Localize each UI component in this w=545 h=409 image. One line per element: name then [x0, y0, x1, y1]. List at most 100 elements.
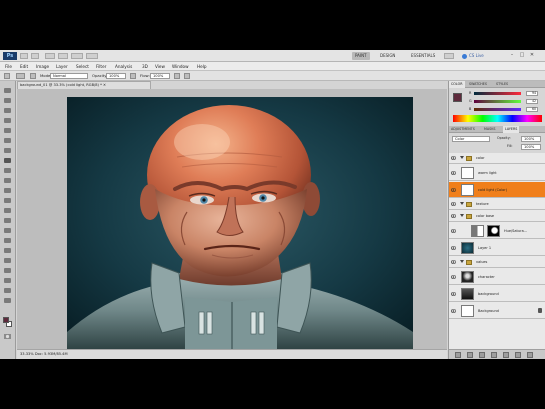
bridge-button[interactable] — [20, 53, 28, 59]
layer-row[interactable]: Background — [449, 303, 545, 319]
pen-tool-icon[interactable] — [3, 227, 12, 234]
visibility-eye-icon[interactable] — [450, 202, 457, 206]
layer-group-row[interactable]: texture — [449, 199, 545, 210]
close-icon[interactable]: ✕ — [528, 52, 536, 59]
opacity-input[interactable]: 100% — [106, 73, 126, 79]
healing-brush-tool-icon[interactable] — [3, 147, 12, 154]
color-b-value[interactable]: 60 — [526, 107, 538, 112]
document-tab[interactable]: background_01 @ 33.3% (cold light, RGB/8… — [17, 81, 151, 89]
expand-triangle-icon[interactable] — [460, 214, 464, 217]
pressure-opacity-icon[interactable] — [130, 73, 136, 79]
zoom-tool-icon[interactable] — [3, 297, 12, 304]
color-r-slider[interactable] — [474, 92, 521, 95]
visibility-eye-icon[interactable] — [450, 229, 457, 233]
layer-mask-thumbnail[interactable] — [487, 225, 500, 237]
quick-select-tool-icon[interactable] — [3, 117, 12, 124]
layer-group-row[interactable]: color — [449, 153, 545, 164]
minimize-icon[interactable]: – — [508, 52, 516, 59]
tab-swatches[interactable]: SWATCHES — [467, 81, 489, 88]
expand-triangle-icon[interactable] — [460, 260, 464, 263]
new-layer-icon[interactable] — [515, 352, 521, 358]
visibility-eye-icon[interactable] — [450, 292, 457, 296]
tab-adjustments[interactable]: ADJUSTMENTS — [449, 126, 477, 133]
canvas-painting[interactable] — [67, 97, 413, 349]
crop-tool-icon[interactable] — [3, 127, 12, 134]
workspace-more-button[interactable] — [444, 53, 454, 59]
menu-edit[interactable]: Edit — [20, 63, 28, 70]
menu-3d[interactable]: 3D — [142, 63, 148, 70]
quick-mask-icon[interactable] — [3, 333, 12, 340]
visibility-eye-icon[interactable] — [450, 309, 457, 313]
adjustment-layer-icon[interactable] — [491, 352, 497, 358]
visibility-eye-icon[interactable] — [450, 188, 457, 192]
visibility-eye-icon[interactable] — [450, 171, 457, 175]
move-tool-icon[interactable] — [3, 87, 12, 94]
screen-mode-menu[interactable] — [86, 53, 98, 59]
hand-tool-icon[interactable] — [3, 287, 12, 294]
workspace-essentials[interactable]: ESSENTIALS — [408, 52, 438, 60]
brush-size-picker[interactable] — [16, 73, 25, 79]
foreground-color-swatch[interactable] — [453, 93, 462, 102]
tab-layers[interactable]: LAYERS — [503, 126, 520, 133]
airbrush-icon[interactable] — [174, 73, 180, 79]
3d-camera-tool-icon[interactable] — [3, 277, 12, 284]
lasso-tool-icon[interactable] — [3, 107, 12, 114]
workspace-design[interactable]: DESIGN — [377, 52, 398, 60]
layer-row[interactable]: cold light (Color) — [449, 182, 545, 198]
visibility-eye-icon[interactable] — [450, 246, 457, 250]
tools-foreground-swatch[interactable] — [3, 317, 9, 323]
menu-analysis[interactable]: Analysis — [115, 63, 132, 70]
color-g-slider[interactable] — [474, 100, 521, 103]
layer-row[interactable]: background — [449, 286, 545, 302]
history-brush-tool-icon[interactable] — [3, 177, 12, 184]
visibility-eye-icon[interactable] — [450, 214, 457, 218]
layer-row[interactable]: Layer 1 — [449, 240, 545, 256]
cs-live-button[interactable]: CS Live — [462, 52, 492, 60]
3d-rotate-tool-icon[interactable] — [3, 267, 12, 274]
menu-select[interactable]: Select — [76, 63, 89, 70]
color-r-value[interactable]: 94 — [526, 91, 538, 96]
arrange-documents-menu[interactable] — [71, 53, 83, 59]
pressure-size-icon[interactable] — [184, 73, 190, 79]
menu-view[interactable]: View — [155, 63, 165, 70]
brush-tool-icon[interactable] — [3, 157, 12, 164]
link-layers-icon[interactable] — [455, 352, 461, 358]
color-spectrum-ramp[interactable] — [453, 115, 542, 122]
layer-group-row[interactable]: color base — [449, 211, 545, 222]
layer-style-icon[interactable] — [467, 352, 473, 358]
gradient-tool-icon[interactable] — [3, 197, 12, 204]
color-b-slider[interactable] — [474, 108, 521, 111]
mode-select[interactable]: Normal — [50, 73, 88, 79]
add-mask-icon[interactable] — [479, 352, 485, 358]
visibility-eye-icon[interactable] — [450, 156, 457, 160]
layer-row[interactable]: character — [449, 269, 545, 285]
type-tool-icon[interactable] — [3, 237, 12, 244]
path-select-tool-icon[interactable] — [3, 247, 12, 254]
tab-masks[interactable]: MASKS — [482, 126, 497, 133]
zoom-level-menu[interactable] — [45, 53, 55, 59]
blur-tool-icon[interactable] — [3, 207, 12, 214]
layer-row[interactable]: warm light — [449, 165, 545, 181]
visibility-eye-icon[interactable] — [450, 260, 457, 264]
blend-mode-select[interactable]: Color — [452, 136, 490, 142]
menu-window[interactable]: Window — [172, 63, 189, 70]
delete-layer-icon[interactable] — [527, 352, 533, 358]
menu-help[interactable]: Help — [197, 63, 207, 70]
clone-stamp-tool-icon[interactable] — [3, 167, 12, 174]
menu-filter[interactable]: Filter — [96, 63, 106, 70]
hand-tool-button[interactable] — [58, 53, 68, 59]
brush-panel-toggle-icon[interactable] — [30, 73, 36, 79]
layer-group-row[interactable]: values — [449, 257, 545, 268]
layer-opacity-input[interactable]: 100% — [521, 136, 541, 142]
flow-input[interactable]: 100% — [150, 73, 170, 79]
tab-color[interactable]: COLOR — [449, 81, 465, 88]
menu-image[interactable]: Image — [36, 63, 49, 70]
color-g-value[interactable]: 42 — [526, 99, 538, 104]
visibility-eye-icon[interactable] — [450, 275, 457, 279]
layer-row[interactable]: Hue/Satura... — [449, 223, 545, 239]
eyedropper-tool-icon[interactable] — [3, 137, 12, 144]
eraser-tool-icon[interactable] — [3, 187, 12, 194]
menu-layer[interactable]: Layer — [56, 63, 68, 70]
dodge-tool-icon[interactable] — [3, 217, 12, 224]
marquee-tool-icon[interactable] — [3, 97, 12, 104]
